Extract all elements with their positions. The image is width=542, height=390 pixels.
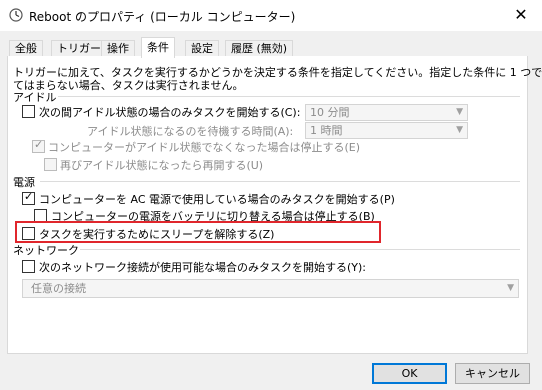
network-group-divider: [80, 249, 520, 250]
power-group-label: 電源: [13, 176, 35, 189]
task-scheduler-icon: [9, 8, 23, 22]
start-only-if-idle-checkbox[interactable]: [22, 105, 35, 118]
checkmark-icon: ✓: [24, 190, 34, 203]
wait-for-idle-label: アイドル状態になるのを待機する時間(A):: [87, 125, 294, 138]
chevron-down-icon: ▼: [456, 125, 463, 135]
cancel-button[interactable]: キャンセル: [455, 363, 530, 384]
power-group-divider: [40, 181, 520, 182]
ac-power-only-checkbox[interactable]: ✓: [22, 190, 35, 205]
wait-for-idle-value: 1 時間: [310, 124, 343, 137]
idle-duration-value: 10 分間: [310, 106, 350, 119]
tab-actions[interactable]: 操作: [101, 40, 135, 57]
tab-history[interactable]: 履歴 (無効): [225, 40, 294, 57]
ac-power-only-label: コンピューターを AC 電源で使用している場合のみタスクを開始する(P): [39, 193, 395, 206]
wake-to-run-checkbox[interactable]: [22, 227, 35, 240]
tab-triggers[interactable]: トリガー: [51, 40, 107, 57]
chevron-down-icon: ▼: [507, 283, 514, 293]
tab-settings[interactable]: 設定: [185, 40, 219, 57]
tab-general[interactable]: 全般: [9, 40, 43, 57]
idle-group-divider: [58, 96, 520, 97]
idle-duration-select[interactable]: 10 分間 ▼: [305, 104, 468, 121]
wait-for-idle-select[interactable]: 1 時間 ▼: [305, 122, 468, 139]
network-group-label: ネットワーク: [13, 244, 79, 257]
network-only-checkbox[interactable]: [22, 260, 35, 273]
checkmark-icon: ✓: [34, 138, 44, 151]
network-only-label: 次のネットワーク接続が使用可能な場合のみタスクを開始する(Y):: [39, 261, 367, 274]
chevron-down-icon: ▼: [456, 107, 463, 117]
close-icon[interactable]: ✕: [508, 3, 534, 27]
stop-if-not-idle-label: コンピューターがアイドル状態でなくなった場合は停止する(E): [48, 141, 360, 154]
stop-if-not-idle-checkbox[interactable]: ✓: [32, 138, 45, 153]
restart-if-idle-checkbox[interactable]: [44, 158, 57, 171]
idle-group-label: アイドル: [13, 91, 57, 104]
start-only-if-idle-label: 次の間アイドル状態の場合のみタスクを開始する(C):: [39, 106, 301, 119]
ok-button[interactable]: OK: [372, 363, 447, 384]
restart-if-idle-label: 再びアイドル状態になったら再開する(U): [60, 159, 264, 172]
wake-to-run-label: タスクを実行するためにスリープを解除する(Z): [39, 228, 275, 241]
window-title: Reboot のプロパティ (ローカル コンピューター): [29, 10, 296, 24]
tab-conditions[interactable]: 条件: [141, 37, 175, 58]
network-connection-value: 任意の接続: [31, 282, 86, 295]
network-connection-select[interactable]: 任意の接続 ▼: [22, 279, 519, 298]
